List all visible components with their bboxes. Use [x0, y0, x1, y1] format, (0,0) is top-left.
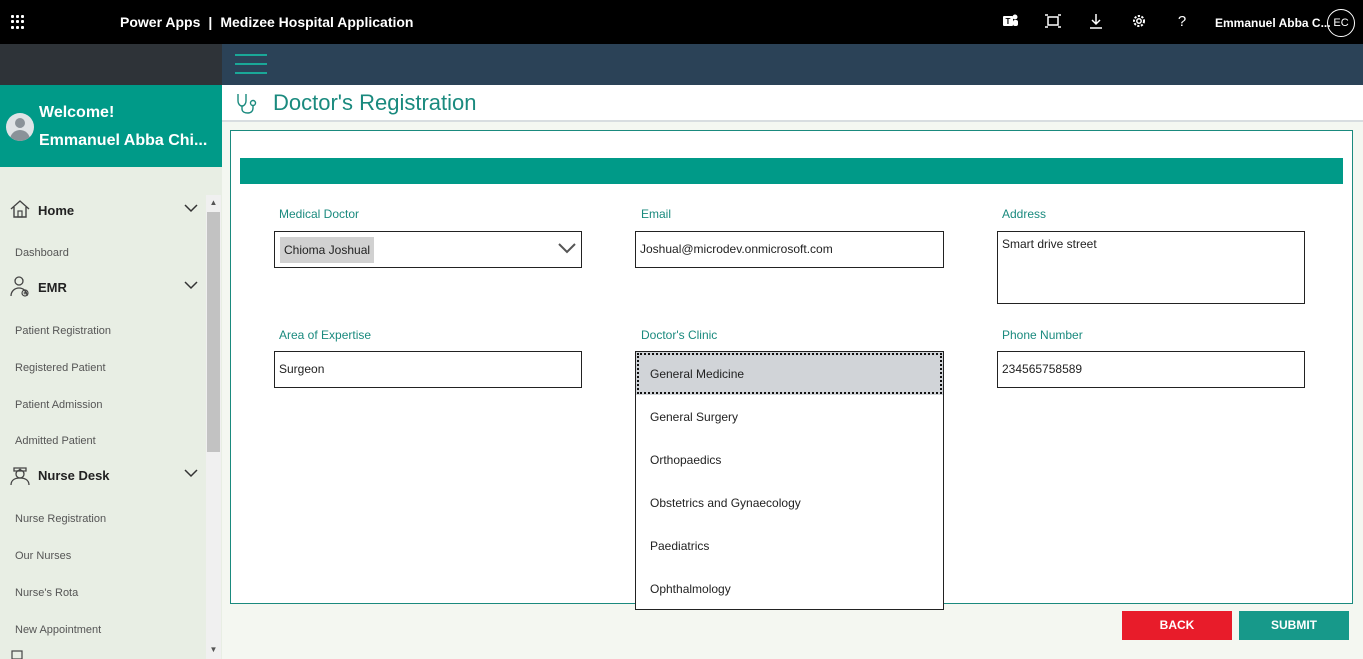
help-icon[interactable]: ? [1172, 12, 1192, 32]
app-name: Medizee Hospital Application [220, 14, 414, 30]
clinic-option-general-medicine[interactable]: General Medicine [636, 352, 943, 395]
product-name: Power Apps [120, 14, 201, 30]
nav-section-emr[interactable]: EMR [0, 272, 206, 302]
email-label: Email [641, 207, 672, 221]
sidebar-item-nurse-registration[interactable]: Nurse Registration [15, 513, 106, 525]
app-launcher-icon[interactable] [11, 15, 25, 29]
subheader [222, 44, 1363, 85]
clinic-option-orthopaedics[interactable]: Orthopaedics [636, 438, 943, 481]
subheader-left [0, 44, 222, 85]
option-label: General Medicine [650, 367, 745, 381]
download-icon[interactable] [1086, 12, 1106, 32]
sidebar-item-new-appointment[interactable]: New Appointment [15, 624, 101, 636]
app-title: Power Apps | Medizee Hospital Application [120, 14, 413, 30]
page-header: Doctor's Registration [222, 85, 1363, 122]
option-label: Paediatrics [650, 539, 710, 553]
phone-number-field[interactable]: 234565758589 [997, 351, 1305, 388]
area-of-expertise-value: Surgeon [279, 362, 325, 376]
chevron-down-icon[interactable] [184, 278, 198, 292]
sidebar-item-registered-patient[interactable]: Registered Patient [15, 362, 106, 374]
title-separator: | [208, 14, 213, 30]
scroll-up-icon[interactable]: ▲ [206, 196, 221, 210]
nav-section-home[interactable]: Home [0, 195, 206, 225]
phone-number-value: 234565758589 [1002, 362, 1083, 376]
scroll-down-icon[interactable]: ▼ [206, 643, 221, 657]
area-of-expertise-field[interactable]: Surgeon [274, 351, 582, 388]
fit-screen-icon[interactable] [1043, 12, 1063, 32]
doctors-clinic-listbox[interactable]: General Medicine General Surgery Orthopa… [635, 351, 944, 610]
sidebar-item-patient-admission[interactable]: Patient Admission [15, 399, 102, 411]
nav-section-label: EMR [38, 280, 67, 295]
medical-doctor-label: Medical Doctor [279, 207, 360, 221]
welcome-panel: Welcome! Emmanuel Abba Chi... [0, 85, 222, 167]
clinic-option-paediatrics[interactable]: Paediatrics [636, 524, 943, 567]
doctors-clinic-label: Doctor's Clinic [641, 328, 718, 342]
user-name[interactable]: Emmanuel Abba C... [1215, 16, 1331, 30]
medical-doctor-dropdown[interactable]: Chioma Joshual [274, 231, 582, 268]
sidebar-item-patient-registration[interactable]: Patient Registration [15, 325, 111, 337]
email-field[interactable]: Joshual@microdev.onmicrosoft.com [635, 231, 944, 268]
chevron-down-icon[interactable] [557, 241, 577, 255]
top-bar: Power Apps | Medizee Hospital Application … [0, 0, 1363, 44]
settings-icon[interactable] [1129, 12, 1149, 32]
welcome-user-name: Emmanuel Abba Chi... [39, 132, 208, 149]
sidebar-item-dashboard[interactable]: Dashboard [15, 247, 69, 259]
hamburger-menu-icon[interactable] [235, 54, 267, 74]
page-title: Doctor's Registration [273, 90, 477, 115]
back-button[interactable]: BACK [1122, 611, 1232, 640]
option-label: Orthopaedics [650, 453, 722, 467]
nurse-icon [10, 467, 30, 486]
phone-number-label: Phone Number [1002, 328, 1083, 342]
teams-icon[interactable]: T [1000, 12, 1020, 32]
nav-section-nurse-desk[interactable]: Nurse Desk [0, 460, 206, 490]
chevron-down-icon[interactable] [184, 201, 198, 215]
submit-button[interactable]: SUBMIT [1239, 611, 1349, 640]
home-icon [10, 200, 30, 218]
option-label: General Surgery [650, 410, 739, 424]
welcome-text: Welcome! [39, 104, 115, 121]
option-label: Obstetrics and Gynaecology [650, 496, 801, 510]
sidebar-item-admitted-patient[interactable]: Admitted Patient [15, 435, 96, 447]
address-label: Address [1002, 207, 1047, 221]
sidebar-nav: Home Dashboard EMR Patient Registration … [0, 167, 222, 659]
chevron-down-icon[interactable] [184, 466, 198, 480]
address-value: Smart drive street [1002, 237, 1097, 251]
option-label: Ophthalmology [650, 582, 731, 596]
next-section-icon [11, 650, 23, 659]
form-header-strip [240, 158, 1343, 184]
sidebar-item-nurses-rota[interactable]: Nurse's Rota [15, 587, 78, 599]
medical-doctor-value: Chioma Joshual [280, 237, 375, 263]
sidebar-item-our-nurses[interactable]: Our Nurses [15, 550, 71, 562]
clinic-option-ophthalmology[interactable]: Ophthalmology [636, 567, 943, 610]
address-field[interactable]: Smart drive street [997, 231, 1305, 304]
user-avatar[interactable]: EC [1327, 9, 1355, 37]
doctor-icon [10, 276, 29, 297]
nav-section-label: Nurse Desk [38, 468, 110, 483]
scrollbar-thumb[interactable] [207, 212, 220, 452]
stethoscope-icon [237, 94, 257, 114]
area-of-expertise-label: Area of Expertise [279, 328, 372, 342]
nav-section-label: Home [38, 203, 75, 218]
clinic-option-obstetrics-gynaecology[interactable]: Obstetrics and Gynaecology [636, 481, 943, 524]
svg-text:T: T [1006, 17, 1011, 26]
clinic-option-general-surgery[interactable]: General Surgery [636, 395, 943, 438]
email-value: Joshual@microdev.onmicrosoft.com [640, 242, 833, 256]
profile-avatar-icon [6, 113, 34, 141]
